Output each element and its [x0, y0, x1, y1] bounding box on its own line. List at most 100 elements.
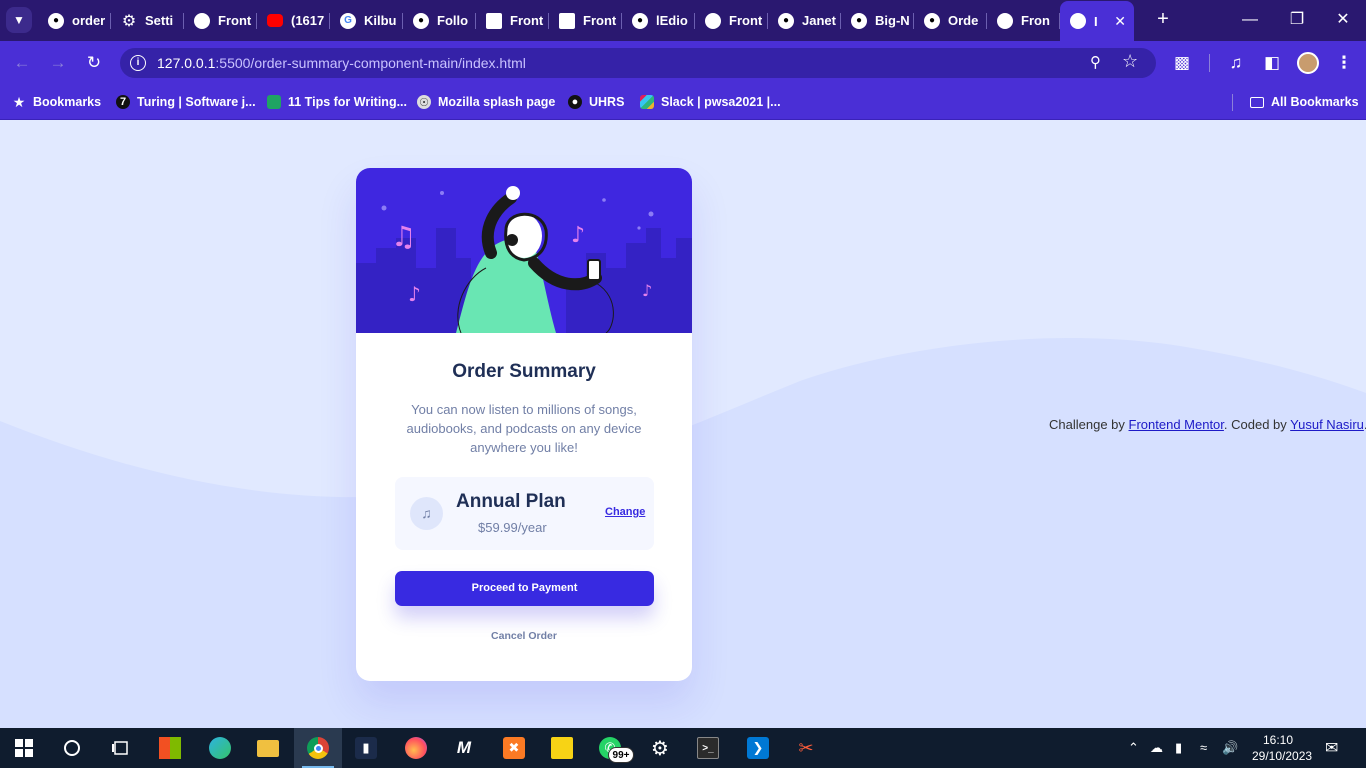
browser-tab[interactable]: ● Follo	[403, 0, 476, 41]
proceed-to-payment-button[interactable]: Proceed to Payment	[395, 571, 654, 606]
browser-tab[interactable]: I ✕	[1060, 1, 1134, 41]
browser-tab[interactable]: ● order	[38, 0, 111, 41]
browser-tab[interactable]: ● lEdio	[622, 0, 695, 41]
tab-label: Setti	[145, 13, 174, 28]
slack-icon	[640, 95, 654, 109]
frontend-mentor-link[interactable]: Frontend Mentor	[1129, 417, 1224, 432]
browser-menu-icon[interactable]: ⋮	[1332, 51, 1356, 75]
taskbar-chrome[interactable]	[294, 728, 342, 768]
bookmark-item-turing[interactable]: 7 Turing | Software j...	[116, 93, 256, 111]
clock-date: 29/10/2023	[1252, 749, 1313, 763]
github-icon: ●	[851, 12, 867, 29]
browser-tab[interactable]: Front	[549, 0, 622, 41]
profile-avatar[interactable]	[1297, 52, 1319, 74]
show-hidden-icons[interactable]: ⌃	[1128, 740, 1139, 756]
taskbar-settings[interactable]: ⚙	[636, 728, 684, 768]
browser-tab[interactable]: ● Janet	[768, 0, 841, 41]
all-bookmarks-label: All Bookmarks	[1271, 95, 1359, 109]
taskbar-app-dark[interactable]: ▮	[342, 728, 390, 768]
tab-label: Follo	[437, 13, 469, 28]
media-control-icon[interactable]: ♫	[1224, 51, 1248, 75]
volume-icon[interactable]: 🔊	[1222, 740, 1238, 756]
start-button[interactable]	[0, 728, 48, 768]
all-bookmarks-button[interactable]: All Bookmarks	[1250, 93, 1359, 111]
side-panel-icon[interactable]: ◧	[1260, 51, 1284, 75]
restore-button[interactable]: ❐	[1285, 8, 1309, 32]
browser-tab[interactable]: ● Big-N	[841, 0, 914, 41]
bookmark-item-tips[interactable]: 11 Tips for Writing...	[267, 93, 407, 111]
whatsapp-badge: 99+	[608, 747, 634, 763]
taskbar-app-m[interactable]: M	[440, 728, 488, 768]
taskbar-terminal[interactable]: >_	[684, 728, 732, 768]
bookmark-star-icon[interactable]: ☆	[1122, 51, 1138, 72]
frontend-mentor-icon	[194, 12, 210, 29]
tab-label: Front	[218, 13, 252, 28]
edge-icon	[209, 737, 231, 759]
onedrive-icon[interactable]: ☁	[1150, 740, 1163, 756]
tab-label: Front	[729, 13, 763, 28]
scissors-icon: ✂	[798, 737, 814, 758]
taskbar-sticky-notes[interactable]	[538, 728, 586, 768]
system-clock[interactable]: 16:10 29/10/2023	[1252, 732, 1313, 764]
taskbar-store[interactable]	[146, 728, 194, 768]
browser-tab[interactable]: G Kilbu	[330, 0, 403, 41]
address-bar[interactable]: i 127.0.0.1:5500/order-summary-component…	[120, 48, 1156, 78]
bookmark-item-bookmarks[interactable]: ★ Bookmarks	[12, 93, 101, 111]
wifi-icon[interactable]: ≈	[1200, 740, 1207, 755]
svg-text:♪: ♪	[571, 223, 585, 248]
search-button[interactable]	[48, 728, 96, 768]
taskbar-firefox[interactable]	[392, 728, 440, 768]
browser-tab[interactable]: Fron	[987, 0, 1060, 41]
browser-tab[interactable]: Front	[476, 0, 549, 41]
bookmark-label: 11 Tips for Writing...	[288, 95, 408, 109]
close-tab-icon[interactable]: ✕	[1114, 13, 1126, 30]
taskbar-file-explorer[interactable]	[244, 728, 292, 768]
close-window-button[interactable]: ✕	[1331, 8, 1355, 32]
tab-search-button[interactable]: ▼	[6, 7, 32, 33]
cancel-order-button[interactable]: Cancel Order	[356, 630, 692, 642]
gear-icon: ⚙	[121, 12, 137, 30]
new-tab-button[interactable]: +	[1151, 8, 1175, 32]
windows-icon	[13, 737, 35, 759]
bookmark-item-mozilla[interactable]: ☉ Mozilla splash page	[417, 93, 555, 111]
zoom-icon[interactable]: ⚲	[1090, 53, 1101, 71]
hero-illustration: ♫ ♪ ♪ ♪	[356, 168, 692, 333]
extensions-icon[interactable]: ▩	[1170, 51, 1194, 75]
github-icon: ●	[413, 12, 429, 29]
taskbar-edge[interactable]	[196, 728, 244, 768]
browser-tab[interactable]: Front	[695, 0, 768, 41]
task-view-button[interactable]	[96, 728, 144, 768]
taskbar-snipping-tool[interactable]: ✂	[782, 728, 830, 768]
frontend-mentor-icon	[1070, 13, 1086, 29]
battery-icon[interactable]: ▮	[1175, 740, 1182, 756]
chrome-icon	[307, 737, 329, 759]
url-text[interactable]: 127.0.0.1:5500/order-summary-component-m…	[157, 55, 526, 71]
tab-label: I	[1094, 13, 1098, 29]
clock-time: 16:10	[1262, 733, 1294, 747]
gear-icon: ⚙	[651, 737, 669, 760]
reload-button[interactable]: ↻	[82, 51, 106, 75]
github-icon: ●	[48, 12, 64, 29]
change-plan-link[interactable]: Change	[605, 506, 645, 518]
folder-icon	[257, 739, 279, 757]
minimize-button[interactable]: —	[1238, 8, 1262, 32]
store-icon	[159, 737, 181, 759]
bookmark-label: Bookmarks	[33, 95, 102, 109]
author-link[interactable]: Yusuf Nasiru	[1290, 417, 1364, 432]
document-icon	[559, 12, 575, 29]
taskbar-vscode[interactable]: ❯	[734, 728, 782, 768]
bookmark-item-uhrs[interactable]: ● UHRS	[568, 93, 624, 111]
browser-tab[interactable]: ● Orde	[914, 0, 987, 41]
youtube-icon	[267, 14, 283, 27]
back-button[interactable]: ←	[10, 51, 34, 75]
browser-toolbar: ← → ↻ i 127.0.0.1:5500/order-summary-com…	[0, 41, 1366, 85]
site-info-icon[interactable]: i	[130, 55, 146, 71]
browser-tab[interactable]: Front	[184, 0, 257, 41]
browser-tab[interactable]: ⚙ Setti	[111, 0, 184, 41]
notifications-icon[interactable]: ✉	[1325, 738, 1338, 758]
browser-tab[interactable]: (1617	[257, 0, 330, 41]
tab-label: Front	[510, 13, 544, 28]
forward-button[interactable]: →	[46, 51, 70, 75]
taskbar-xampp[interactable]: ✖	[490, 728, 538, 768]
bookmark-item-slack[interactable]: Slack | pwsa2021 |...	[640, 93, 781, 111]
